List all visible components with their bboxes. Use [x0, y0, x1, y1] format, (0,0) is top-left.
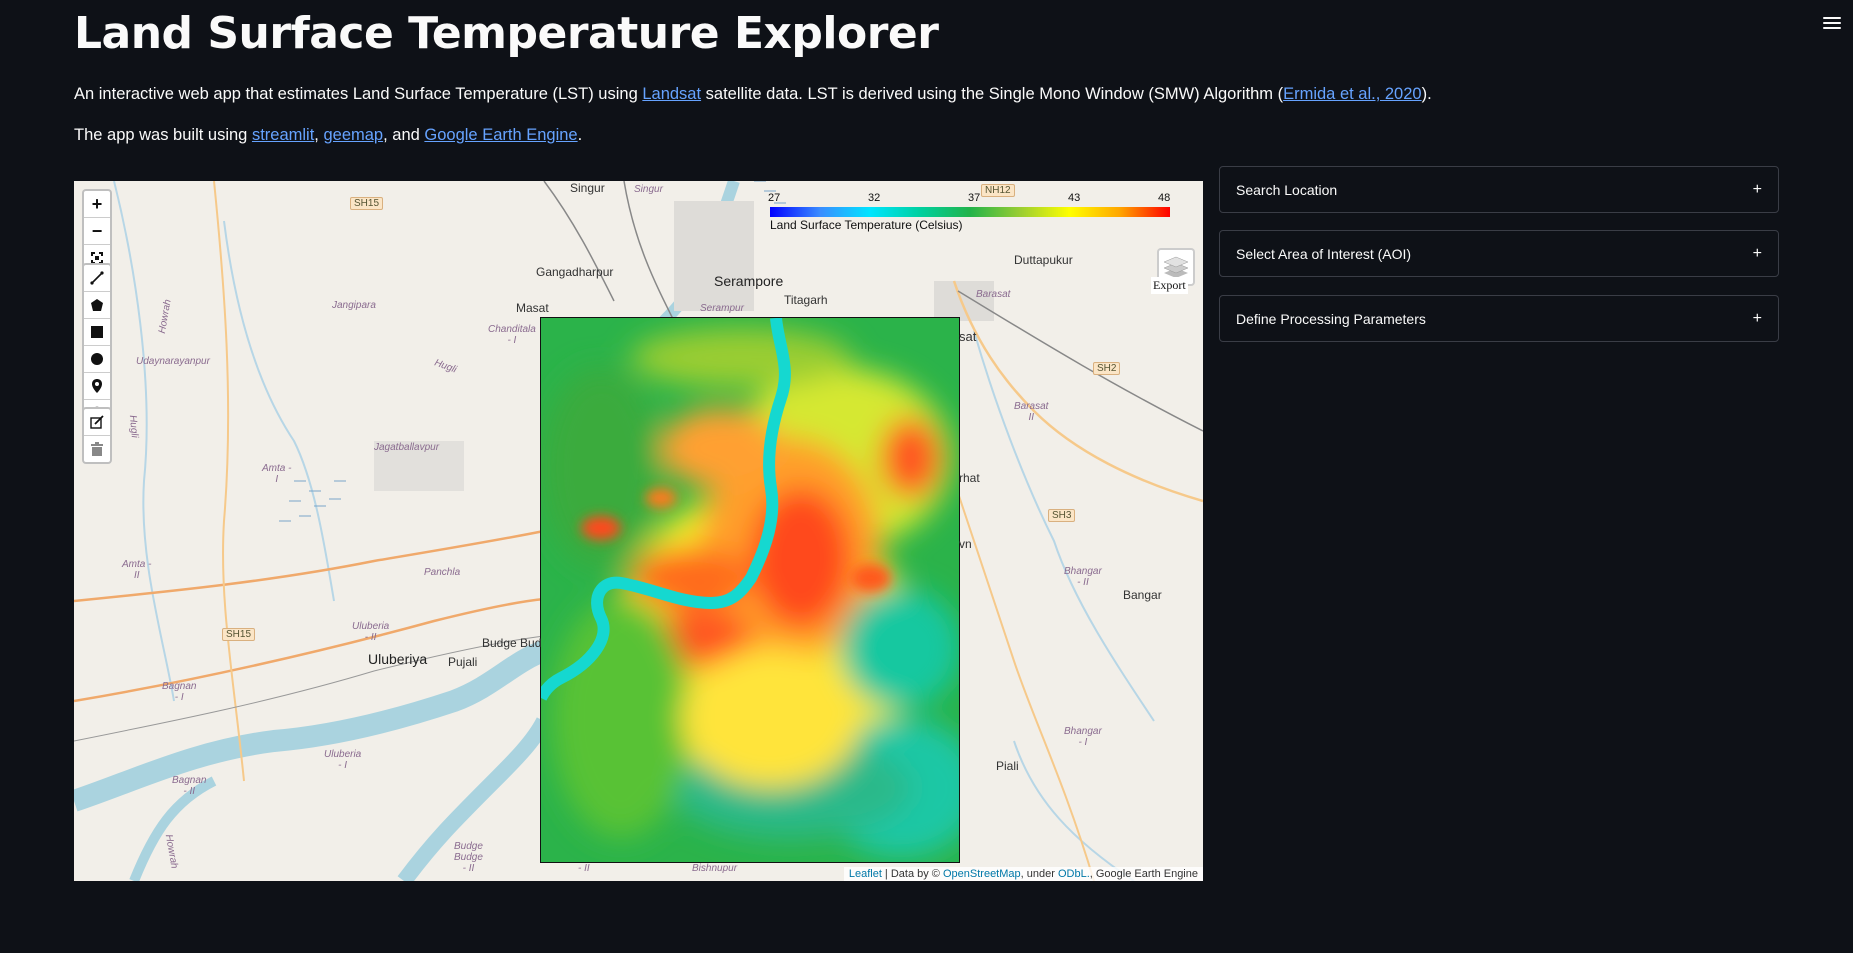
draw-rectangle-icon[interactable]: [84, 319, 110, 346]
admin-label: Bishnupur: [692, 863, 738, 874]
place-label: Budge Bud: [482, 636, 542, 650]
geemap-link[interactable]: geemap: [323, 126, 383, 144]
admin-label: Barasat: [976, 289, 1011, 300]
colorbar-tick: 37: [968, 192, 981, 204]
place-label: Gangadharpur: [536, 265, 614, 279]
colorbar-tick: 27: [768, 192, 781, 204]
colorbar-tick: 32: [868, 192, 881, 204]
desc-text: ).: [1421, 85, 1432, 103]
admin-label: Uluberia - I: [324, 749, 362, 771]
attribution-text: , under: [1020, 868, 1058, 880]
map-view[interactable]: Singur Singur Gangadharpur Serampore Tit…: [74, 181, 1203, 881]
lst-colorbar-legend: 27 32 37 43 48 Land Surface Temperature …: [768, 181, 1188, 241]
delete-layers-icon[interactable]: [84, 436, 110, 462]
admin-label: Serampur: [700, 303, 744, 314]
place-label: Masat: [516, 301, 549, 315]
admin-label: Uluberia - II: [352, 621, 390, 643]
credits-text: The app was built using: [74, 126, 252, 144]
admin-label: Amta - I: [262, 463, 292, 485]
admin-label: Jagatballavpur: [374, 442, 440, 453]
road-shield: SH3: [1048, 509, 1076, 522]
admin-label: Bhangar - I: [1064, 726, 1102, 748]
odbl-link[interactable]: ODbL.: [1058, 868, 1090, 880]
road-shield: SH15: [222, 628, 256, 641]
credits-text: .: [577, 126, 583, 144]
streamlit-link[interactable]: streamlit: [252, 126, 314, 144]
attribution-text: | Data by ©: [881, 868, 943, 880]
place-label: Bangar: [1123, 588, 1162, 602]
admin-label: Bagnan - II: [172, 775, 207, 797]
admin-label: Hugli: [126, 414, 140, 439]
lst-raster-overlay: [540, 317, 960, 863]
admin-label: Chanditala - I: [488, 324, 536, 346]
expander-label: Search Location: [1236, 181, 1338, 198]
place-label: Piali: [996, 759, 1019, 773]
admin-label: Amta - II: [122, 559, 152, 581]
plus-icon: +: [1752, 180, 1762, 198]
app-description: An interactive web app that estimates La…: [74, 85, 1432, 104]
gee-link[interactable]: Google Earth Engine: [424, 126, 577, 144]
edit-toolbar: [82, 407, 112, 464]
place-label: rhat: [959, 471, 980, 485]
place-label: sat: [959, 329, 977, 344]
place-label: Titagarh: [784, 293, 828, 307]
processing-parameters-expander[interactable]: Define Processing Parameters +: [1219, 295, 1779, 342]
draw-toolbar: [82, 263, 112, 428]
admin-label: Budge Budge - II: [454, 841, 483, 874]
admin-label: Barasat II: [1014, 401, 1049, 423]
zoom-in-button[interactable]: +: [84, 191, 110, 218]
admin-label: Jangipara: [332, 300, 376, 311]
page-title: Land Surface Temperature Explorer: [74, 8, 939, 59]
zoom-control: + −: [82, 189, 112, 273]
admin-label: Singur: [634, 184, 663, 195]
place-label: Uluberiya: [368, 651, 428, 667]
place-label: Serampore: [714, 273, 784, 289]
draw-circle-icon[interactable]: [84, 346, 110, 373]
place-label: Duttapukur: [1014, 253, 1073, 267]
colorbar-tick: 43: [1068, 192, 1081, 204]
attribution-text: , Google Earth Engine: [1089, 868, 1198, 880]
hamburger-menu-icon[interactable]: [1823, 14, 1841, 30]
admin-label: Bagnan - I: [162, 681, 197, 703]
zoom-out-button[interactable]: −: [84, 218, 110, 245]
admin-label: - II: [578, 863, 590, 874]
place-label: Pujali: [448, 655, 478, 669]
ermida-link[interactable]: Ermida et al., 2020: [1283, 85, 1422, 103]
map-attribution: Leaflet | Data by © OpenStreetMap, under…: [843, 867, 1203, 881]
app-credits: The app was built using streamlit, geema…: [74, 126, 582, 145]
plus-icon: +: [1752, 309, 1762, 327]
colorbar-tick: 48: [1158, 192, 1171, 204]
desc-text: satellite data. LST is derived using the…: [701, 85, 1284, 103]
credits-text: , and: [383, 126, 425, 144]
admin-label: Panchla: [424, 567, 461, 578]
desc-text: An interactive web app that estimates La…: [74, 85, 643, 103]
place-label: Singur: [570, 181, 605, 195]
expander-label: Define Processing Parameters: [1236, 310, 1426, 327]
colorbar-label: Land Surface Temperature (Celsius): [770, 218, 963, 232]
expander-label: Select Area of Interest (AOI): [1236, 245, 1412, 262]
draw-polygon-icon[interactable]: [84, 292, 110, 319]
admin-label: Udaynarayanpur: [136, 356, 210, 367]
export-button[interactable]: Export: [1151, 277, 1188, 294]
road-shield: SH15: [350, 197, 384, 210]
admin-label: Bhangar - II: [1064, 566, 1102, 588]
road-shield: SH2: [1093, 362, 1121, 375]
place-label: vn: [959, 537, 972, 551]
draw-marker-icon[interactable]: [84, 373, 110, 400]
landsat-link[interactable]: Landsat: [642, 85, 701, 103]
select-aoi-expander[interactable]: Select Area of Interest (AOI) +: [1219, 230, 1779, 277]
draw-polyline-icon[interactable]: [84, 265, 110, 292]
leaflet-link[interactable]: Leaflet: [849, 868, 882, 880]
edit-layers-icon[interactable]: [84, 409, 110, 436]
colorbar-gradient: [770, 207, 1170, 217]
search-location-expander[interactable]: Search Location +: [1219, 166, 1779, 213]
plus-icon: +: [1752, 244, 1762, 262]
osm-link[interactable]: OpenStreetMap: [943, 868, 1021, 880]
